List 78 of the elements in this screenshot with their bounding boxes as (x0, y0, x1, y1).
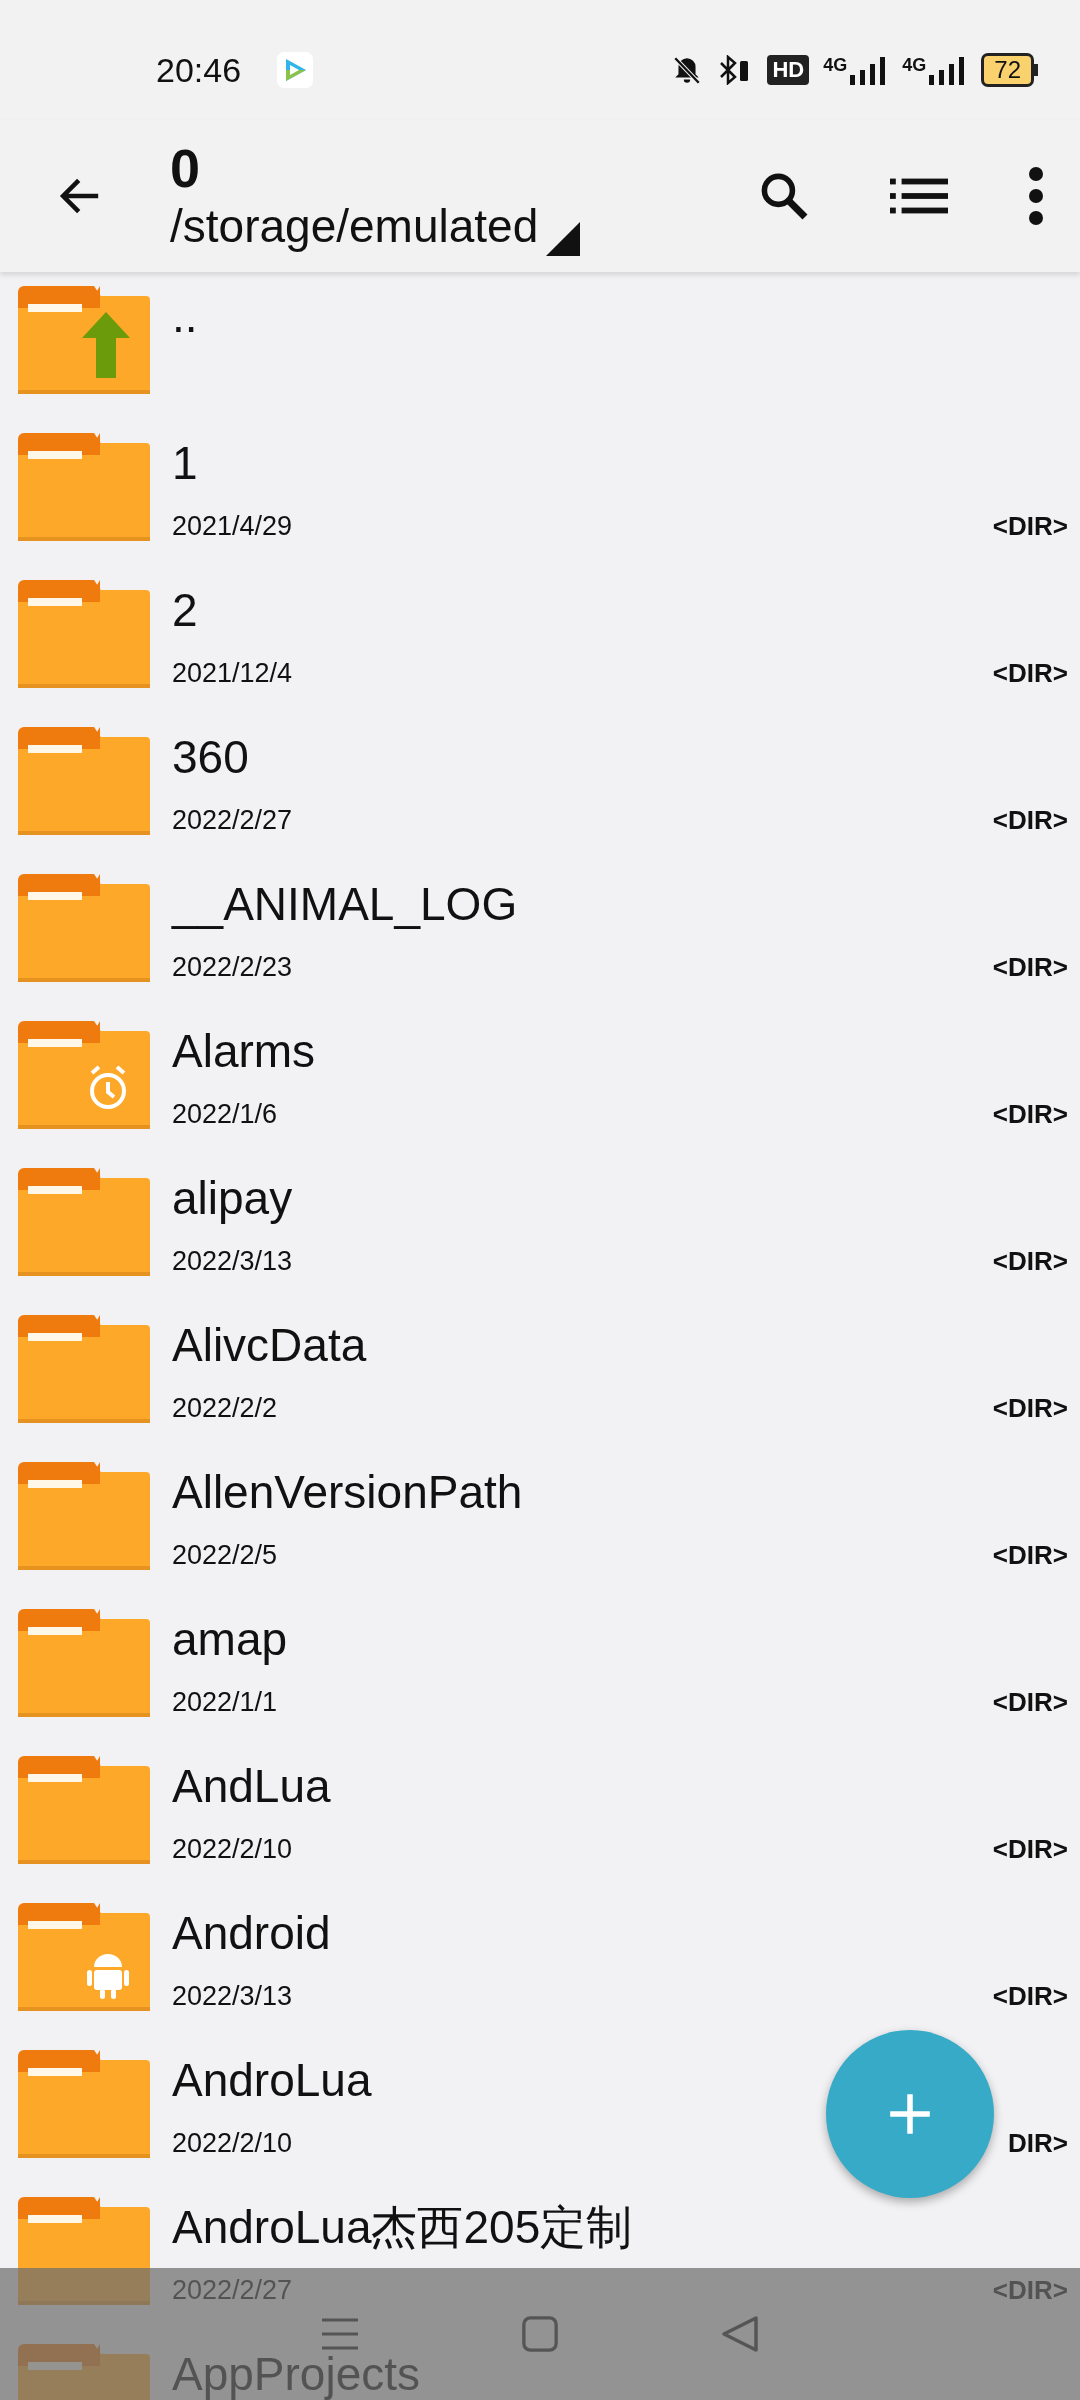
folder-icon (18, 1315, 150, 1423)
file-type: <DIR> (992, 1834, 1068, 1865)
file-name: AppProjects (172, 2347, 421, 2400)
file-row[interactable]: 360 2022/2/27 <DIR> (0, 713, 1080, 860)
file-name: AlivcData (172, 1318, 368, 1373)
file-type: <DIR> (992, 1246, 1068, 1277)
folder-icon (18, 1609, 150, 1717)
play-app-icon (277, 52, 314, 88)
file-type: DIR> (1008, 2128, 1068, 2159)
file-type: <DIR> (992, 1540, 1068, 1571)
file-date: 2021/4/29 (172, 511, 293, 542)
file-type: <DIR> (992, 1393, 1068, 1424)
file-date: 2022/2/10 (172, 2128, 293, 2159)
file-type: <DIR> (992, 511, 1068, 542)
file-date: 2022/2/27 (172, 2275, 293, 2306)
file-date: 2021/12/4 (172, 658, 293, 689)
file-name: Alarms (172, 1024, 317, 1079)
file-row[interactable]: 1 2021/4/29 <DIR> (0, 419, 1080, 566)
file-name: .. (172, 289, 199, 344)
folder-icon (18, 580, 150, 688)
file-name: AllenVersionPath (172, 1465, 524, 1520)
path-dropdown[interactable]: /storage/emulated (170, 198, 539, 254)
file-date: 2022/2/23 (172, 952, 293, 983)
file-name: amap (172, 1612, 289, 1667)
folder-icon (18, 2050, 150, 2158)
file-row[interactable]: amap 2022/1/1 <DIR> (0, 1595, 1080, 1742)
file-row[interactable]: AlivcData 2022/2/2 <DIR> (0, 1301, 1080, 1448)
file-date: 2022/3/13 (172, 1981, 293, 2012)
file-name: __ANIMAL_LOG (172, 877, 519, 932)
file-date: 2022/2/10 (172, 1834, 293, 1865)
dropdown-corner-icon (546, 222, 581, 256)
file-type: <DIR> (992, 1981, 1068, 2012)
file-type: <DIR> (992, 2275, 1068, 2306)
file-name: AndroLua (172, 2053, 373, 2108)
file-type: <DIR> (992, 805, 1068, 836)
file-type: <DIR> (992, 1099, 1068, 1130)
file-name: alipay (172, 1171, 294, 1226)
folder-up-icon (18, 286, 150, 394)
folder-icon (18, 874, 150, 982)
folder-alarm-icon (18, 1021, 150, 1129)
status-time: 20:46 (156, 50, 242, 90)
file-row[interactable]: AllenVersionPath 2022/2/5 <DIR> (0, 1448, 1080, 1595)
folder-icon (18, 727, 150, 835)
folder-android-icon (18, 1903, 150, 2011)
file-date: 2022/3/13 (172, 1246, 293, 1277)
file-date: 2022/2/27 (172, 805, 293, 836)
file-name: 360 (172, 730, 250, 785)
signal-indicator: 4G (902, 55, 968, 85)
folder-title: 0 (170, 138, 202, 198)
signal-indicator: 4G (823, 55, 889, 85)
file-date: 2022/1/1 (172, 1687, 278, 1718)
file-row[interactable]: 2 2021/12/4 <DIR> (0, 566, 1080, 713)
battery-indicator: 72 (981, 53, 1034, 87)
file-row[interactable]: .. (0, 272, 1080, 419)
more-icon (1026, 165, 1046, 227)
file-row[interactable]: AndroLua 2022/2/10 DIR> (0, 2036, 1080, 2183)
file-row[interactable]: Alarms 2022/1/6 <DIR> (0, 1007, 1080, 1154)
file-date: 2022/2/5 (172, 1540, 278, 1571)
hd-badge: HD (767, 55, 810, 85)
folder-icon (18, 1168, 150, 1276)
file-type: <DIR> (992, 658, 1068, 689)
file-date: 2022/1/6 (172, 1099, 278, 1130)
folder-icon (18, 1462, 150, 1570)
folder-icon (18, 1756, 150, 1864)
file-row[interactable]: AndLua 2022/2/10 <DIR> (0, 1742, 1080, 1889)
file-row[interactable]: alipay 2022/3/13 <DIR> (0, 1154, 1080, 1301)
file-name: 2 (172, 583, 199, 638)
file-row[interactable]: __ANIMAL_LOG 2022/2/23 <DIR> (0, 860, 1080, 1007)
file-type: <DIR> (992, 1687, 1068, 1718)
file-name: AndLua (172, 1759, 332, 1814)
file-name: 1 (172, 436, 199, 491)
file-name: AndroLua杰西205定制 (172, 2200, 634, 2255)
file-name: Android (172, 1906, 332, 1961)
file-date: 2022/2/2 (172, 1393, 278, 1424)
file-row[interactable]: Android 2022/3/13 <DIR> (0, 1889, 1080, 2036)
plus-icon (888, 2092, 932, 2136)
folder-icon (18, 433, 150, 541)
file-type: <DIR> (992, 952, 1068, 983)
